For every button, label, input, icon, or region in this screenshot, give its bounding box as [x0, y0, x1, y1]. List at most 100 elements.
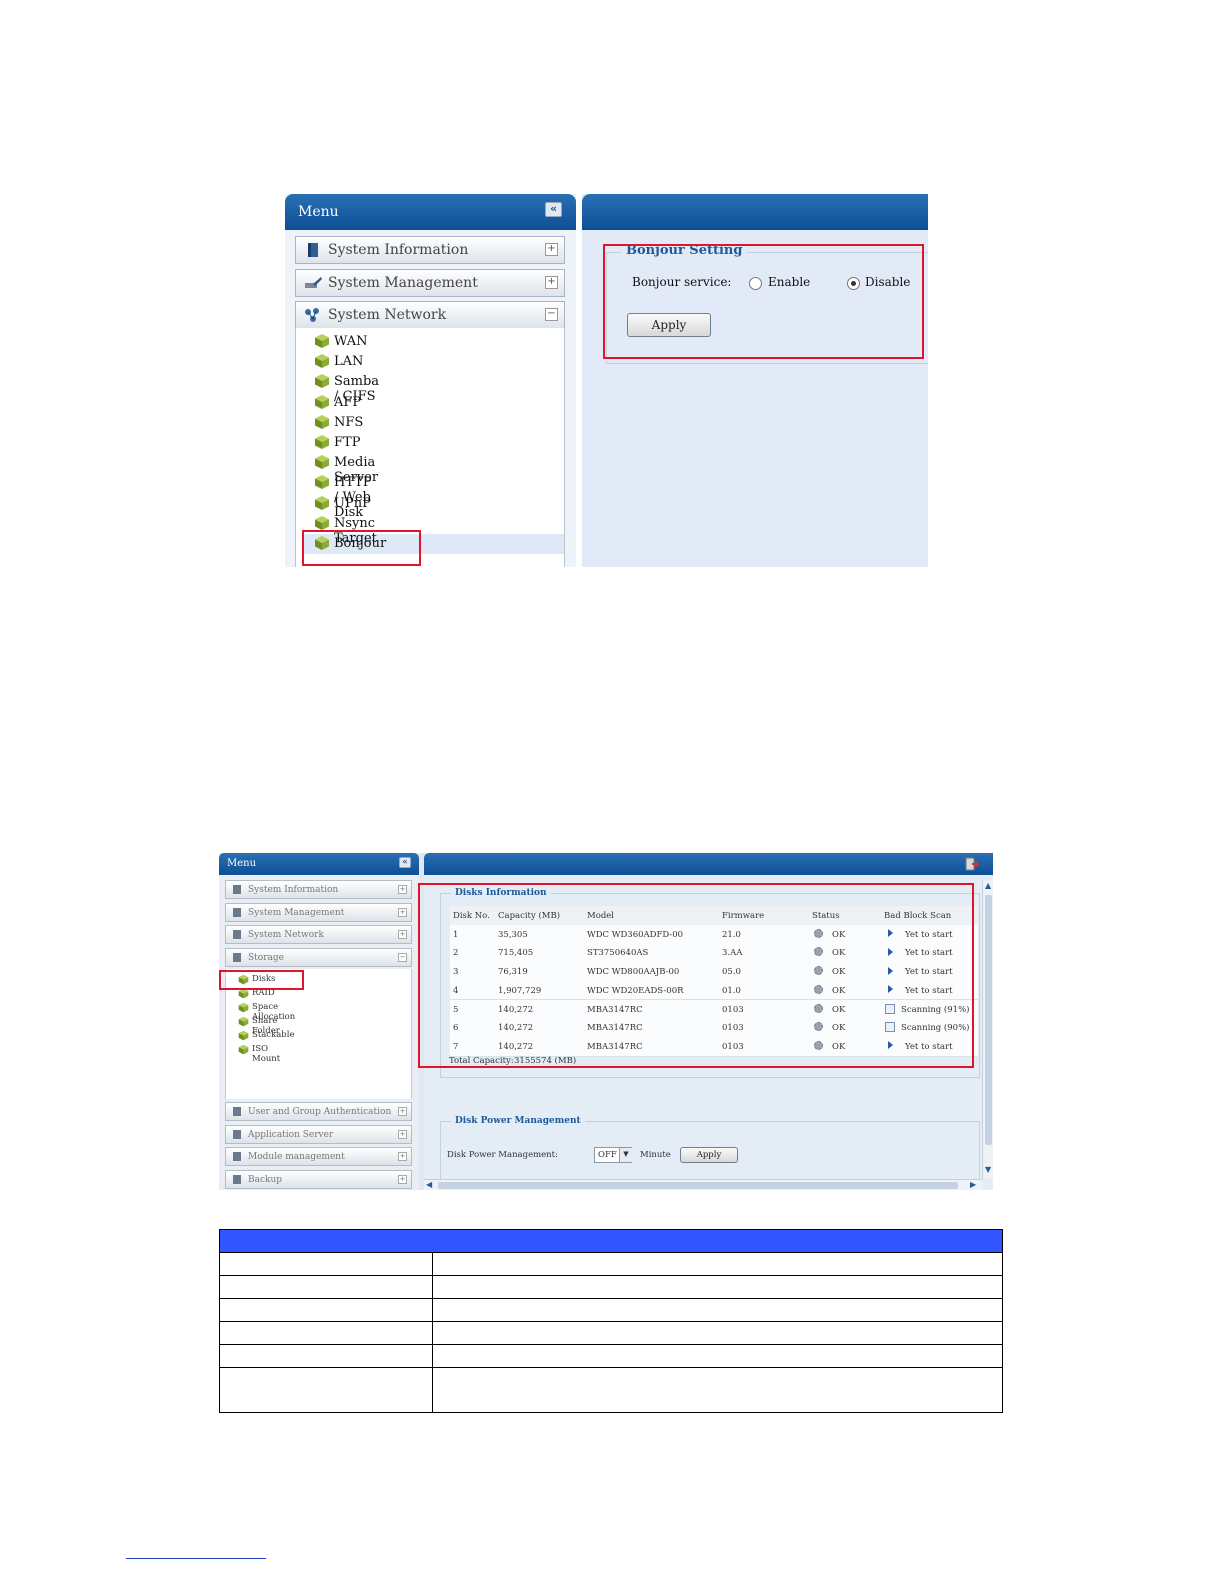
highlight-disks-item [219, 970, 304, 990]
disk-power-select[interactable]: OFF ▼ [594, 1147, 632, 1163]
tree-item-label: UPnP [334, 495, 371, 511]
content-header [582, 194, 928, 230]
cube-icon [238, 1030, 249, 1041]
cube-icon [314, 333, 330, 349]
collapse-menu-button[interactable]: « [399, 857, 411, 868]
menu-section-system-information[interactable]: System Information + [225, 880, 412, 899]
menu-section-label: System Information [248, 885, 339, 895]
menu-header: Menu « [285, 194, 576, 230]
disk-power-fieldset: Disk Power Management Disk Power Managem… [440, 1116, 980, 1183]
menu-section-label: Module management [248, 1152, 345, 1162]
scroll-left-icon[interactable]: ◀ [426, 1180, 432, 1189]
disk-power-legend: Disk Power Management [451, 1116, 585, 1126]
tools-icon [231, 907, 243, 918]
disk-power-value: OFF [598, 1150, 617, 1160]
menu-section-system-management[interactable]: System Management + [295, 269, 565, 297]
footnote-separator [126, 1558, 266, 1559]
scroll-up-icon[interactable]: ▲ [985, 881, 991, 890]
menu-section-storage[interactable]: Storage − [225, 947, 412, 967]
table-cell [432, 1344, 1003, 1368]
expand-icon[interactable]: + [545, 276, 558, 289]
tree-item-label: AFP [334, 394, 362, 410]
menu-section-backup[interactable]: Backup + [225, 1169, 412, 1189]
expand-icon[interactable]: + [398, 1107, 407, 1116]
menu-section-system-management[interactable]: System Management + [225, 902, 412, 922]
menu-section-label: Application Server [248, 1129, 334, 1140]
table-cell [432, 1275, 1003, 1299]
description-table [219, 1229, 1003, 1413]
menu-panel: Menu « System Information + System Managem… [219, 853, 419, 1190]
menu-section-label: Storage [248, 952, 284, 963]
table-cell [219, 1252, 433, 1276]
power-apply-button[interactable]: Apply [680, 1147, 738, 1163]
cube-icon [238, 1016, 249, 1027]
table-cell [219, 1367, 433, 1413]
table-row [219, 1252, 1003, 1276]
collapse-menu-button[interactable]: « [545, 202, 562, 217]
table-row [219, 1298, 1003, 1322]
tree-item-label: LAN [334, 354, 364, 370]
menu-section-system-network[interactable]: System Network − [295, 301, 565, 329]
collapse-icon[interactable]: − [545, 308, 558, 321]
collapse-icon[interactable]: − [398, 952, 407, 962]
book-icon [308, 243, 318, 257]
tools-icon [305, 277, 322, 288]
logout-icon[interactable] [965, 857, 979, 871]
expand-icon[interactable]: + [545, 243, 558, 256]
cube-icon [314, 515, 330, 531]
table-cell [432, 1252, 1003, 1276]
menu-section-user-and-group-authentication[interactable]: User and Group Authentication + [225, 1102, 412, 1121]
menu-section-label: Backup [248, 1174, 283, 1185]
expand-icon[interactable]: + [398, 907, 407, 917]
cube-icon [314, 495, 330, 511]
expand-icon[interactable]: + [398, 885, 407, 894]
menu-section-label: User and Group Authentication [248, 1107, 392, 1117]
expand-icon[interactable]: + [398, 930, 407, 939]
scroll-down-icon[interactable]: ▼ [985, 1165, 991, 1174]
menu-section-system-network[interactable]: System Network + [225, 925, 412, 944]
menu-title: Menu [227, 858, 257, 869]
scroll-right-icon[interactable]: ▶ [970, 1180, 976, 1189]
table-cell [219, 1321, 433, 1345]
cube-icon [314, 394, 330, 410]
tree-item-label: ISO Mount [252, 1044, 281, 1064]
expand-icon[interactable]: + [398, 1174, 407, 1184]
chevron-down-icon[interactable]: ▼ [619, 1148, 632, 1162]
disk-power-label: Disk Power Management: [447, 1150, 558, 1160]
table-row [219, 1344, 1003, 1368]
tree-item-label: Stackable [252, 1030, 295, 1040]
horizontal-scrollbar[interactable]: ◀ ▶ [424, 1179, 982, 1190]
cube-icon [238, 1002, 249, 1013]
cube-icon [314, 434, 330, 450]
expand-icon[interactable]: + [398, 1129, 407, 1139]
menu-section-label: System Management [328, 275, 478, 291]
table-cell [432, 1298, 1003, 1322]
menu-header: Menu « [219, 853, 419, 875]
tree-item-label: NFS [334, 414, 364, 430]
menu-section-label: System Management [248, 907, 345, 918]
menu-section-application-server[interactable]: Application Server + [225, 1124, 412, 1144]
menu-section-label: System Network [248, 930, 324, 940]
table-cell [219, 1275, 433, 1299]
scrollbar-thumb[interactable] [985, 895, 992, 1145]
content-header [424, 853, 993, 875]
book-icon [231, 884, 243, 895]
scrollbar-thumb[interactable] [438, 1182, 958, 1189]
module-icon [231, 1151, 243, 1162]
menu-section-label: System Network [328, 307, 447, 323]
menu-section-module-management[interactable]: Module management + [225, 1147, 412, 1166]
cube-icon [314, 474, 330, 490]
cube-icon [314, 454, 330, 470]
menu-section-system-information[interactable]: System Information + [295, 236, 565, 264]
table-header-cell [219, 1229, 1003, 1253]
vertical-scrollbar[interactable]: ▲ ▼ [982, 881, 993, 1179]
highlight-disks-information [418, 883, 974, 1068]
expand-icon[interactable]: + [398, 1152, 407, 1161]
table-row [219, 1275, 1003, 1299]
cube-icon [314, 373, 330, 389]
table-header-row [219, 1229, 1003, 1253]
tree-item-label: WAN [334, 334, 368, 349]
highlight-bonjour-item [302, 530, 421, 566]
cube-icon [238, 1044, 249, 1055]
cube-icon [314, 353, 330, 369]
